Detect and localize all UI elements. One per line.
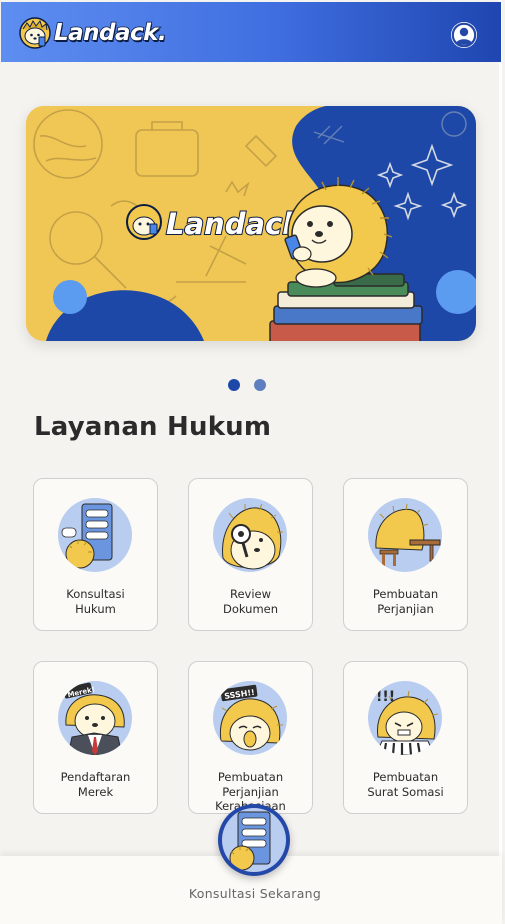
desk-hedgehog-icon — [368, 498, 442, 572]
brand-hedgehog-icon: Merek! — [58, 681, 132, 755]
service-card-perjanjian-kerahasiaan[interactable]: SSSH!! Pembuatan Perjanjian Kerahasiaan — [188, 661, 313, 814]
chat-hedgehog-icon — [222, 808, 286, 872]
carousel-dot-1[interactable] — [228, 379, 240, 391]
promo-banner[interactable]: Landack. — [26, 106, 476, 341]
brand-wordmark: Landack. — [53, 19, 167, 47]
service-card-surat-somasi[interactable]: !!! Pembuatan Surat Somasi — [343, 661, 468, 814]
banner-brand-mark: Landack. — [126, 204, 314, 242]
consult-now-button[interactable] — [218, 804, 290, 876]
chat-hedgehog-icon — [58, 498, 132, 572]
service-card-pendaftaran-merek[interactable]: Merek! Pendaftaran Merek — [33, 661, 158, 814]
user-circle-icon — [451, 22, 477, 48]
service-label: Pembuatan Surat Somasi — [367, 770, 444, 799]
service-card-review-dokumen[interactable]: Review Dokumen — [188, 478, 313, 631]
brand-logo[interactable]: Landack. — [19, 16, 168, 50]
service-card-konsultasi-hukum[interactable]: Konsultasi Hukum — [33, 478, 158, 631]
banner-illustration: Landack. — [26, 106, 476, 341]
service-label: Review Dokumen — [222, 587, 279, 616]
service-label: Pembuatan Perjanjian — [372, 587, 439, 616]
carousel-dot-2[interactable] — [254, 379, 266, 391]
consult-now-label[interactable]: Konsultasi Sekarang — [0, 886, 505, 901]
service-label: Pendaftaran Merek — [60, 770, 131, 799]
warning-hedgehog-icon: !!! — [368, 681, 442, 755]
magnifier-hedgehog-icon — [213, 498, 287, 572]
app-header: Landack. — [1, 2, 501, 62]
hedgehog-logo-icon — [19, 17, 51, 49]
section-title: Layanan Hukum — [34, 412, 272, 442]
carousel-indicators — [228, 379, 266, 391]
svg-text:!!!: !!! — [376, 689, 395, 705]
service-card-pembuatan-perjanjian[interactable]: Pembuatan Perjanjian — [343, 478, 468, 631]
secret-hedgehog-icon: SSSH!! — [213, 681, 287, 755]
profile-button[interactable] — [451, 22, 477, 48]
service-label: Konsultasi Hukum — [66, 587, 125, 616]
